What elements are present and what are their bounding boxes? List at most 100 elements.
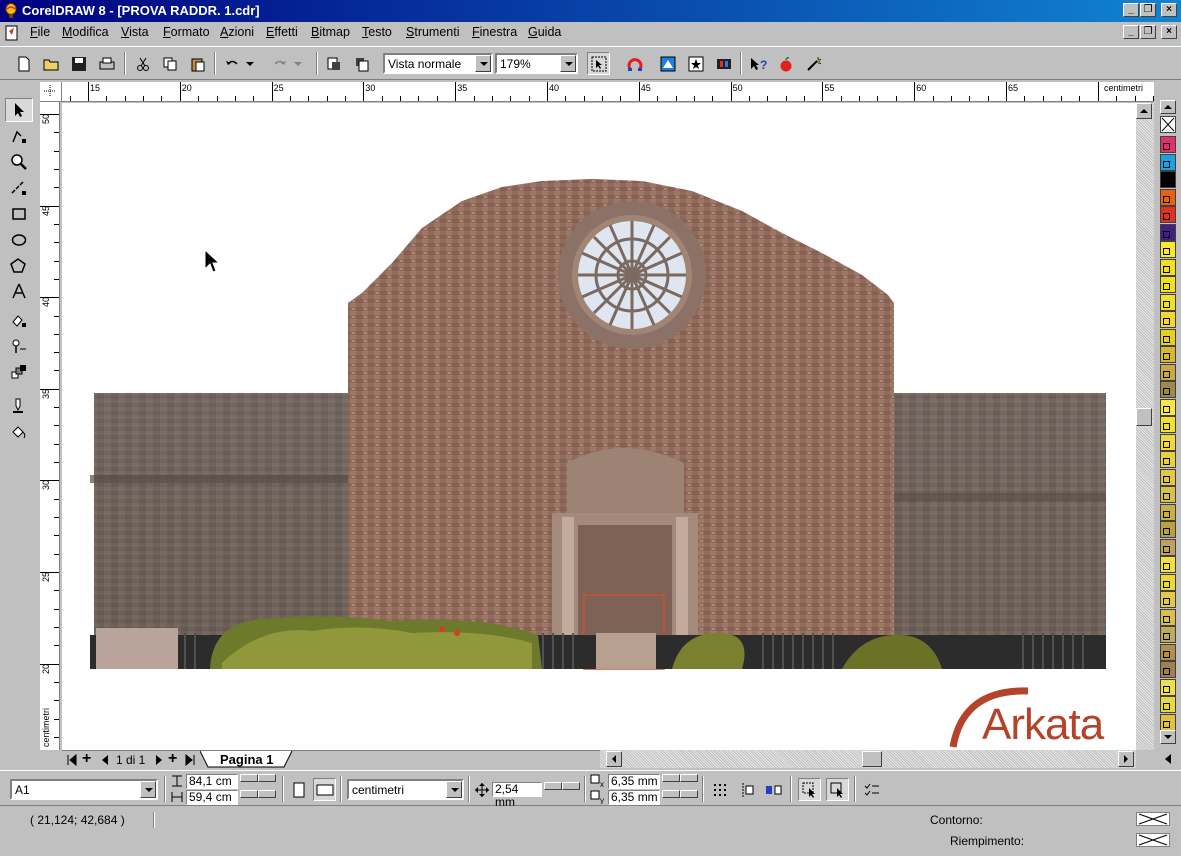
cut-scissors-icon[interactable]	[131, 52, 154, 75]
menu-modifica[interactable]: Modifica	[62, 25, 109, 39]
doc-minimize-button[interactable]: _	[1123, 25, 1139, 39]
snap-to-objects-icon[interactable]	[762, 778, 785, 801]
nudge-spin-up[interactable]	[544, 782, 562, 790]
fill-none-icon[interactable]	[1136, 833, 1170, 847]
dup-y-spin-up[interactable]	[662, 790, 680, 798]
horizontal-scroll-thumb[interactable]	[862, 751, 882, 767]
redo-icon[interactable]	[268, 52, 291, 75]
magic-wand-icon[interactable]	[802, 52, 825, 75]
eyedropper-icon[interactable]	[5, 334, 33, 358]
palette-scroll-up-arrow-icon[interactable]	[1160, 100, 1176, 114]
paste-clipboard-icon[interactable]	[186, 52, 209, 75]
vertical-ruler[interactable]: 50 45 40 35 30 25 20 centimetri	[40, 102, 60, 750]
minimize-button[interactable]: _	[1123, 3, 1139, 17]
menu-finestra[interactable]: Finestra	[472, 25, 517, 39]
menu-vista[interactable]: Vista	[121, 25, 149, 39]
color-swatch[interactable]	[1160, 153, 1176, 171]
save-disk-icon[interactable]	[67, 52, 90, 75]
color-swatch[interactable]	[1160, 608, 1176, 626]
fill-bucket-icon[interactable]	[5, 420, 33, 444]
outline-none-icon[interactable]	[1136, 812, 1170, 826]
apple-tutor-icon[interactable]	[774, 52, 797, 75]
nudge-offset-field[interactable]: 2,54 mm	[492, 782, 542, 809]
new-file-icon[interactable]	[12, 52, 35, 75]
redo-dropdown-chevron-icon[interactable]	[291, 52, 305, 75]
color-swatch[interactable]	[1160, 643, 1176, 661]
portrait-icon[interactable]	[287, 778, 310, 801]
page-height-field[interactable]: 59,4 cm	[186, 790, 238, 805]
width-spin-down[interactable]	[258, 774, 276, 782]
rectangle-tool-icon[interactable]	[5, 202, 33, 226]
application-launcher-icon[interactable]	[656, 52, 679, 75]
color-swatch[interactable]	[1160, 328, 1176, 346]
vertical-scrollbar[interactable]	[1136, 103, 1154, 750]
add-page-before-icon[interactable]: +	[82, 750, 91, 768]
zoom-magnifier-icon[interactable]	[5, 150, 33, 174]
interactive-fill-icon[interactable]	[5, 308, 33, 332]
export-icon[interactable]	[350, 52, 373, 75]
units-select[interactable]: centimetri	[347, 779, 464, 800]
color-swatch[interactable]	[1160, 188, 1176, 206]
treat-as-filled-icon[interactable]	[798, 778, 821, 801]
interactive-blend-icon[interactable]	[5, 360, 33, 384]
scroll-right-arrow-icon[interactable]	[1118, 751, 1134, 767]
color-swatch[interactable]	[1160, 451, 1176, 468]
text-tool-icon[interactable]	[5, 279, 33, 303]
menu-formato[interactable]: Formato	[163, 25, 210, 39]
color-swatch[interactable]	[1160, 696, 1176, 713]
color-swatch[interactable]	[1160, 363, 1176, 381]
color-swatch[interactable]	[1160, 538, 1176, 556]
color-swatch[interactable]	[1160, 276, 1176, 293]
color-swatch[interactable]	[1160, 381, 1176, 398]
menu-effetti[interactable]: Effetti	[266, 25, 298, 39]
dup-y-spin-down[interactable]	[680, 790, 698, 798]
color-swatch[interactable]	[1160, 136, 1176, 153]
vertical-scroll-thumb[interactable]	[1136, 408, 1152, 426]
color-swatch[interactable]	[1160, 258, 1176, 276]
dup-x-spin-down[interactable]	[680, 774, 698, 782]
menu-file[interactable]: File	[30, 25, 50, 39]
pick-tool-arrow-icon[interactable]	[5, 98, 33, 122]
ruler-origin-corner[interactable]	[40, 82, 62, 102]
color-swatch[interactable]	[1160, 573, 1176, 591]
palette-scroll-down-arrow-icon[interactable]	[1160, 730, 1176, 744]
chevron-down-icon[interactable]	[560, 55, 576, 72]
scroll-up-arrow-icon[interactable]	[1136, 103, 1152, 119]
dup-x-spin-up[interactable]	[662, 774, 680, 782]
menu-azioni[interactable]: Azioni	[220, 25, 254, 39]
horizontal-scrollbar[interactable]	[600, 750, 1136, 768]
menu-strumenti[interactable]: Strumenti	[406, 25, 460, 39]
corel-magnet-icon[interactable]	[623, 52, 646, 75]
film-movie-icon[interactable]	[712, 52, 735, 75]
import-icon[interactable]	[322, 52, 345, 75]
drawing-canvas[interactable]	[62, 103, 1136, 750]
zoom-level-select[interactable]: 179%	[495, 53, 578, 74]
palette-expand-icon[interactable]	[1159, 752, 1177, 766]
chevron-down-icon[interactable]	[475, 55, 491, 72]
color-swatch[interactable]	[1160, 346, 1176, 363]
color-swatch[interactable]	[1160, 398, 1176, 416]
church-facade-bitmap[interactable]	[62, 103, 1136, 750]
restore-button[interactable]: ❐	[1140, 3, 1156, 17]
ellipse-tool-icon[interactable]	[5, 228, 33, 252]
print-icon[interactable]	[95, 52, 118, 75]
paper-size-select[interactable]: A1	[10, 779, 158, 800]
view-mode-select[interactable]: Vista normale	[383, 53, 493, 74]
whats-this-help-icon[interactable]: ?	[746, 52, 769, 75]
scroll-left-arrow-icon[interactable]	[606, 751, 622, 767]
add-page-after-icon[interactable]: +	[168, 750, 177, 768]
snap-to-icon[interactable]	[587, 52, 610, 75]
color-swatch[interactable]	[1160, 293, 1176, 311]
document-icon[interactable]	[4, 25, 20, 41]
menu-bitmap[interactable]: Bitmap	[311, 25, 350, 39]
chevron-down-icon[interactable]	[446, 781, 462, 798]
color-swatch[interactable]	[1160, 678, 1176, 696]
duplicate-y-field[interactable]: 6,35 mm	[608, 790, 660, 805]
menu-testo[interactable]: Testo	[362, 25, 392, 39]
horizontal-ruler[interactable]: 15 20 25 30 35 40 45 50 55 60 65 centimetri	[62, 82, 1154, 102]
doc-close-button[interactable]: ×	[1161, 25, 1177, 39]
freehand-pencil-icon[interactable]	[5, 176, 33, 200]
color-swatch[interactable]	[1160, 468, 1176, 486]
options-checklist-icon[interactable]	[860, 778, 883, 801]
color-swatch[interactable]	[1160, 661, 1176, 678]
